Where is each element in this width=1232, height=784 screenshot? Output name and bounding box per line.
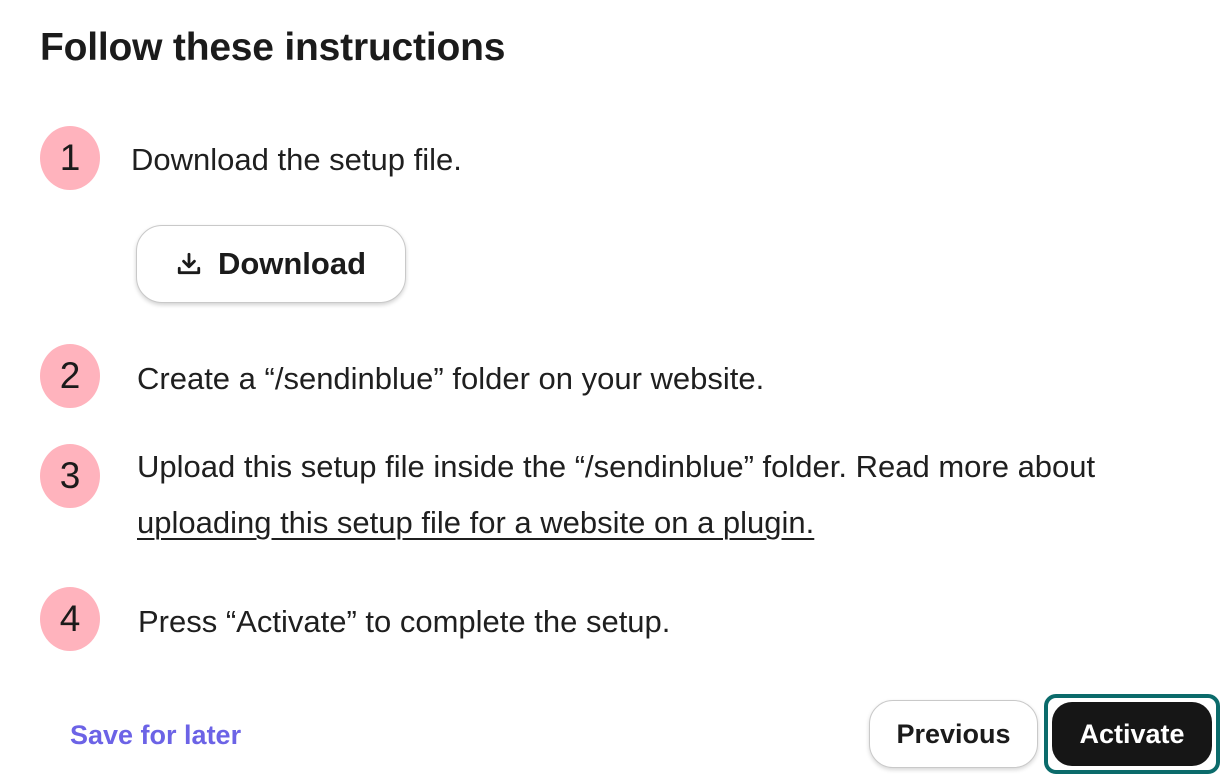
page-title: Follow these instructions (40, 26, 506, 69)
save-for-later-link[interactable]: Save for later (70, 720, 241, 751)
step-3-text-block: Upload this setup file inside the “/send… (137, 439, 1217, 551)
step-2-text: Create a “/sendinblue” folder on your we… (137, 361, 765, 396)
download-icon (176, 251, 202, 277)
setup-instructions-page: Follow these instructions 1 Download the… (0, 0, 1232, 784)
step-3-badge: 3 (40, 444, 100, 508)
previous-button[interactable]: Previous (869, 700, 1038, 768)
step-4-badge: 4 (40, 587, 100, 651)
activate-button[interactable]: Activate (1052, 702, 1212, 766)
step-1-text: Download the setup file. (131, 142, 462, 177)
step-1-badge: 1 (40, 126, 100, 190)
step-2-badge: 2 (40, 344, 100, 408)
activate-button-focus-ring: Activate (1044, 694, 1220, 774)
step-3-text: Upload this setup file inside the “/send… (137, 449, 1096, 484)
download-button-label: Download (217, 246, 367, 281)
upload-help-link[interactable]: uploading this setup file for a website … (137, 505, 814, 540)
download-button[interactable]: Download (136, 225, 406, 303)
step-4-text: Press “Activate” to complete the setup. (138, 604, 671, 639)
